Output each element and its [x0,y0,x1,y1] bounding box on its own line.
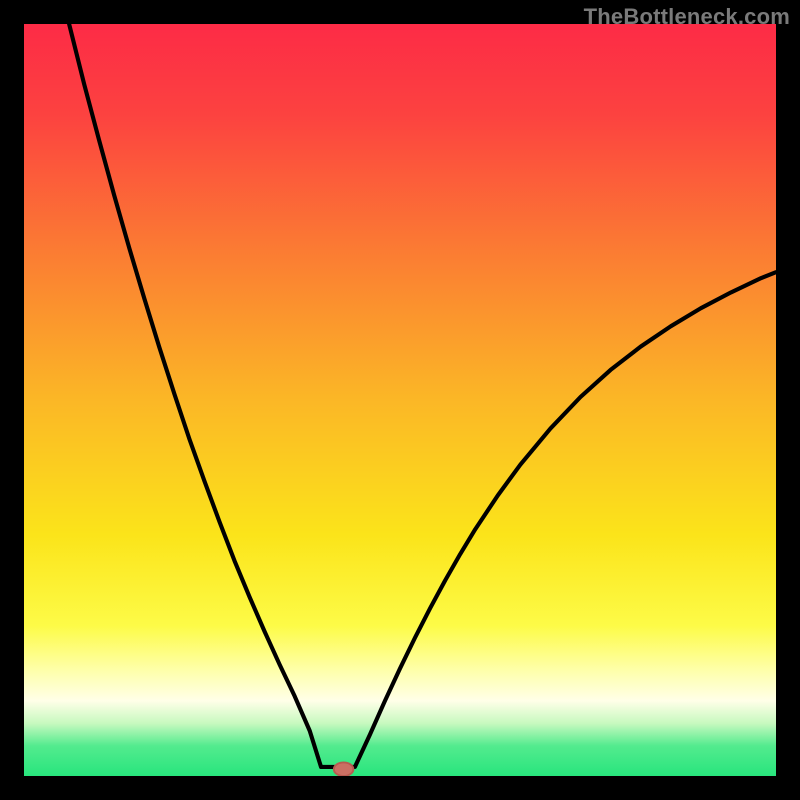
optimum-marker [334,762,354,776]
curve-path [69,24,776,767]
bottleneck-curve [24,24,776,776]
plot-area [24,24,776,776]
chart-frame: TheBottleneck.com [0,0,800,800]
